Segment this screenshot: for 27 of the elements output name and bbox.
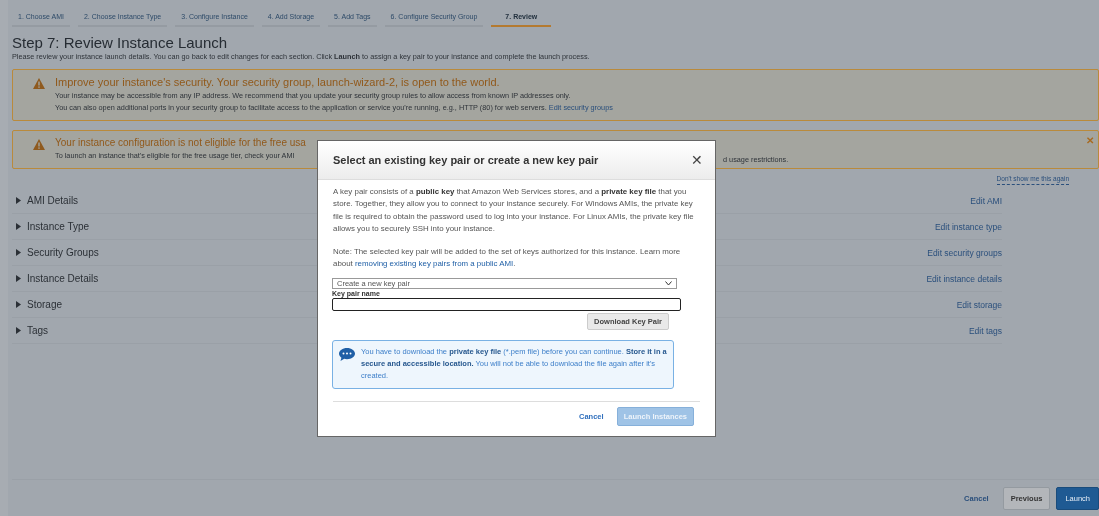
edit-link[interactable]: Edit instance details (926, 273, 1002, 284)
alert-title: Your instance configuration is not eligible for the free usa (55, 137, 306, 148)
edit-link[interactable]: Edit security groups (927, 247, 1002, 258)
caret-icon[interactable] (16, 197, 21, 204)
caret-icon[interactable] (16, 275, 21, 282)
caret-icon[interactable] (16, 223, 21, 230)
section-label[interactable]: Instance Type (27, 221, 90, 232)
warning-icon (33, 78, 45, 89)
section-label[interactable]: Tags (27, 325, 49, 336)
edit-link[interactable]: Edit AMI (970, 195, 1002, 206)
alert-title: Improve your instance's security. Your security group, launch-wizard-2, is open to the world. (55, 76, 501, 88)
caret-icon[interactable] (16, 301, 21, 308)
chat-bubble-icon (339, 347, 355, 361)
section-label[interactable]: Security Groups (27, 247, 99, 258)
section-label[interactable]: Storage (27, 299, 63, 310)
edit-link[interactable]: Edit instance type (934, 221, 1002, 232)
caret-icon[interactable] (16, 327, 21, 334)
edit-link[interactable]: Edit storage (956, 299, 1002, 310)
page-title: Step 7: Review Instance Launch (12, 34, 229, 51)
edit-link[interactable]: Edit tags (968, 325, 1002, 336)
section-label[interactable]: AMI Details (27, 195, 79, 206)
warning-icon (33, 139, 45, 150)
caret-icon[interactable] (16, 249, 21, 256)
key-pair-name-field[interactable] (332, 297, 681, 311)
section-label[interactable]: Instance Details (27, 273, 99, 284)
dialog-title: Select an existing key pair or create a new key pair (333, 154, 600, 166)
chevron-icon (665, 280, 672, 286)
